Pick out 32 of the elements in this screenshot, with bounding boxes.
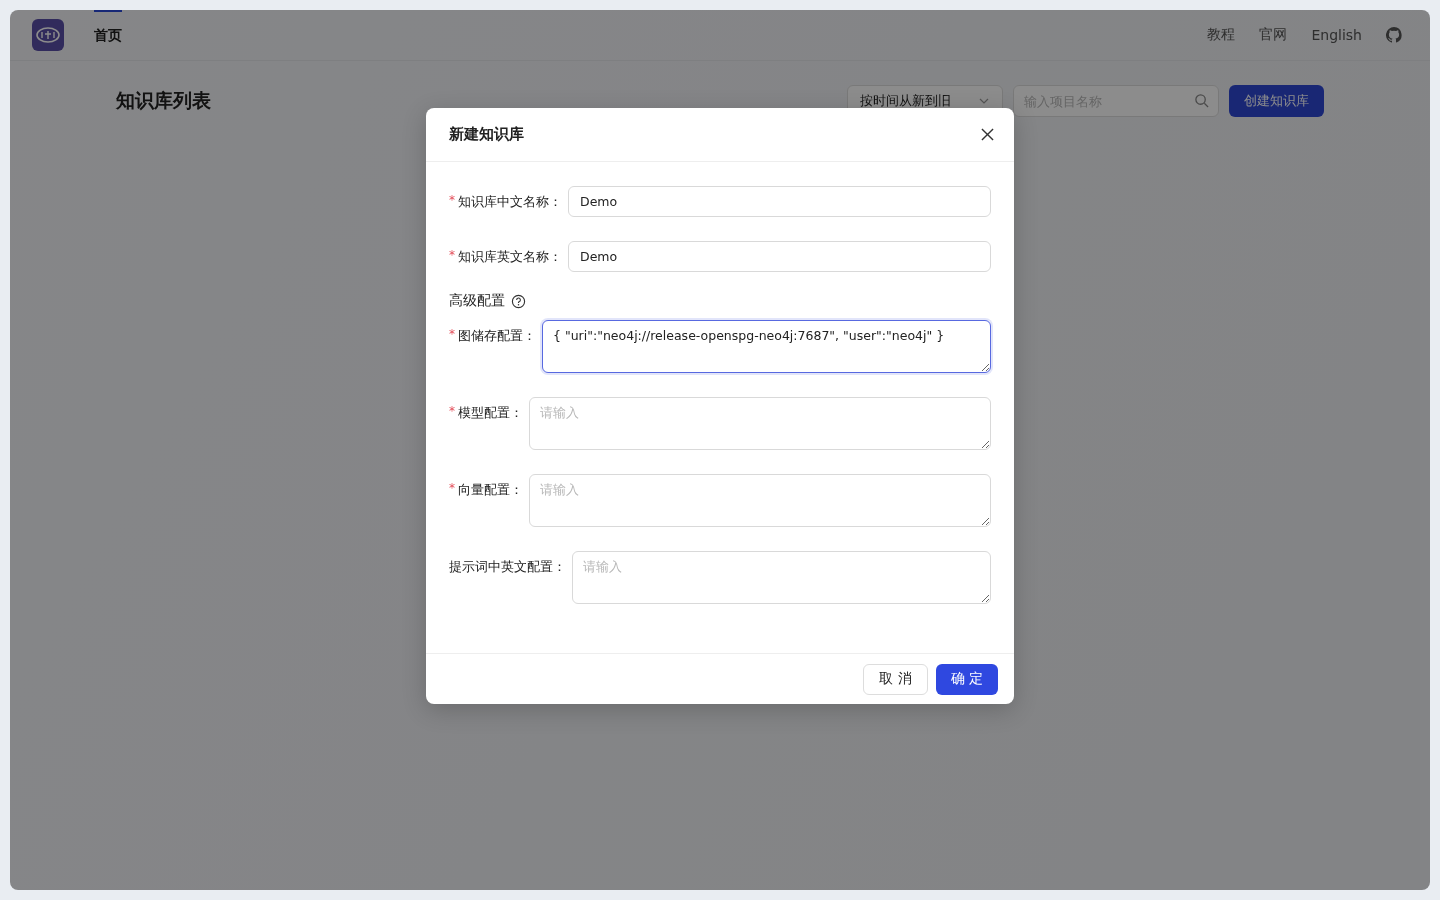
required-mark: * (449, 403, 455, 420)
text-area[interactable]: 请输入 (572, 551, 991, 604)
text-area[interactable]: 请输入 (529, 397, 991, 450)
close-icon[interactable] (981, 128, 994, 141)
cancel-button[interactable]: 取 消 (863, 663, 928, 695)
field-label: 模型配置： (458, 404, 524, 422)
dialog-title: 新建知识库 (449, 125, 524, 144)
logo-icon (32, 19, 64, 51)
field-label: 图储存配置： (458, 327, 537, 345)
required-mark: * (449, 247, 455, 264)
page-title: 知识库列表 (116, 88, 211, 113)
text-area[interactable]: 请输入 (529, 474, 991, 527)
search-icon (1194, 93, 1209, 108)
nav-tab[interactable]: 首页 (94, 10, 122, 60)
required-mark: * (449, 192, 455, 209)
help-icon[interactable] (511, 293, 526, 309)
create-button[interactable]: 创建知识库 (1229, 85, 1324, 117)
nav-link[interactable]: 教程 (1207, 26, 1236, 44)
required-mark: * (449, 326, 455, 343)
text-area[interactable]: { "uri":"neo4j://release-openspg-neo4j:7687", "user":"neo4j" } (542, 320, 991, 373)
github-icon[interactable] (1386, 27, 1402, 43)
required-mark: * (449, 480, 455, 497)
field-label: 知识库中文名称： (458, 193, 563, 211)
input-field[interactable]: Demo (568, 186, 991, 217)
nav-link[interactable]: 官网 (1259, 26, 1288, 44)
confirm-button[interactable]: 确 定 (935, 663, 998, 695)
section-title: 高级配置 (449, 292, 505, 310)
input-field[interactable]: Demo (568, 241, 991, 272)
field-label: 提示词中英文配置： (449, 558, 567, 576)
nav-link[interactable]: English (1311, 27, 1362, 43)
field-label: 知识库英文名称： (458, 248, 563, 266)
field-label: 向量配置： (458, 481, 524, 499)
